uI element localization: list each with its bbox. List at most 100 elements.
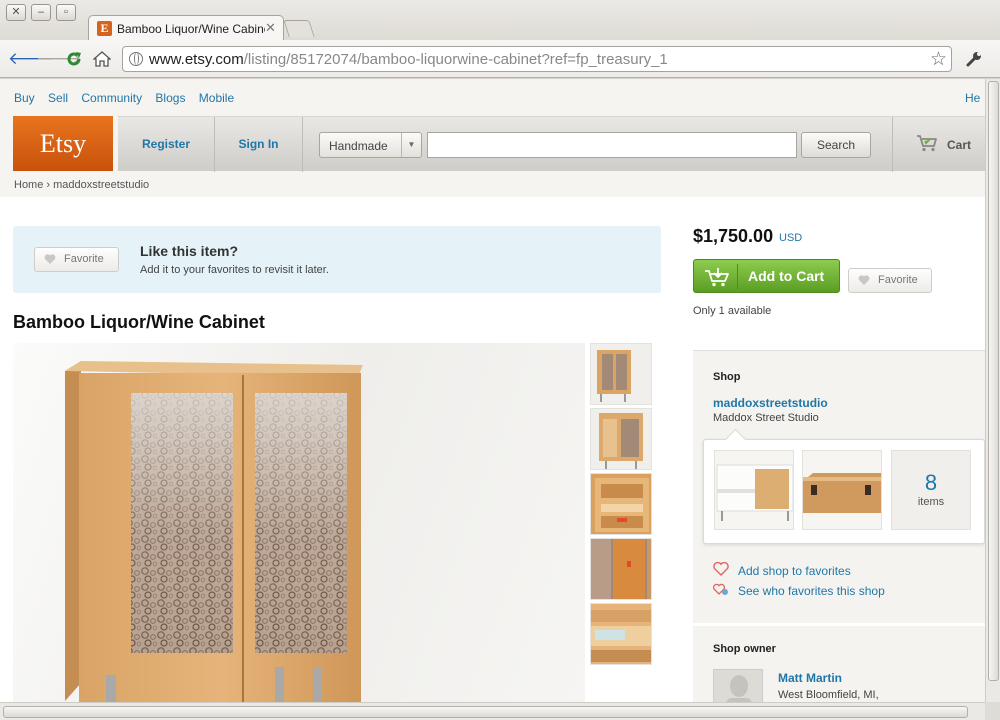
thumbnail-image [591, 344, 651, 404]
window-minimize-icon[interactable]: – [31, 4, 51, 21]
cart-link[interactable]: Cart [892, 117, 985, 172]
back-icon[interactable]: 🡐 [8, 48, 54, 70]
sign-in-link[interactable]: Sign In [215, 117, 303, 172]
vertical-scrollbar-thumb[interactable] [988, 81, 999, 681]
cart-add-icon [705, 268, 729, 287]
add-to-cart-label: Add to Cart [748, 268, 825, 284]
register-link[interactable]: Register [118, 117, 215, 172]
horizontal-scrollbar[interactable] [0, 702, 985, 720]
star-icon[interactable]: ☆ [930, 48, 947, 71]
horizontal-scrollbar-thumb[interactable] [3, 706, 968, 718]
add-shop-to-favorites-link[interactable]: Add shop to favorites [738, 564, 851, 578]
breadcrumb-separator: › [46, 179, 51, 191]
banner-favorite-label: Favorite [64, 253, 104, 265]
shop-item-image [803, 451, 881, 529]
url-domain: www.etsy.com [149, 51, 244, 68]
cart-label: Cart [947, 138, 972, 152]
thumbnail-image [591, 539, 651, 599]
tab-close-icon[interactable]: ✕ [265, 20, 276, 36]
main-product-image[interactable] [13, 343, 585, 702]
owner-avatar[interactable] [713, 669, 763, 702]
favorite-banner: Favorite Like this item? Add it to your … [13, 226, 661, 293]
shop-full-name: Maddox Street Studio [713, 412, 819, 424]
breadcrumb-shop[interactable]: maddoxstreetstudio [53, 179, 149, 191]
browser-tab[interactable]: E Bamboo Liquor/Wine Cabinet ✕ [88, 15, 284, 41]
button-divider [737, 264, 738, 289]
url-path: /listing/85172074/bamboo-liquorwine-cabi… [243, 51, 668, 68]
tab-title: Bamboo Liquor/Wine Cabinet [117, 22, 265, 36]
availability: Only 1 available [693, 305, 772, 317]
heart-icon [44, 254, 56, 264]
page-content: Buy Sell Community Blogs Mobile He Etsy … [0, 79, 985, 702]
window-maximize-icon[interactable]: ▫ [56, 4, 76, 21]
thumbnail-image [591, 604, 651, 664]
vertical-scrollbar[interactable] [985, 79, 1000, 702]
top-navigation: Buy Sell Community Blogs Mobile [14, 91, 244, 105]
home-icon[interactable] [91, 48, 113, 70]
thumbnail-5[interactable] [590, 603, 652, 665]
thumbnail-image [591, 474, 651, 534]
nav-sell-link[interactable]: Sell [48, 91, 68, 105]
favorite-banner-subtitle: Add it to your favorites to revisit it l… [140, 264, 329, 276]
thumbnail-4[interactable] [590, 538, 652, 600]
hearts-group-icon [713, 583, 728, 595]
nav-help-link[interactable]: He [965, 91, 980, 105]
scrollbar-corner [985, 702, 1000, 720]
shop-items-count-box[interactable]: 8 items [891, 450, 971, 530]
currency[interactable]: USD [779, 232, 802, 244]
shop-panel: Shop maddoxstreetstudio Maddox Street St… [693, 350, 985, 623]
shop-items-label: items [917, 496, 945, 508]
reload-icon[interactable] [63, 48, 85, 70]
nav-community-link[interactable]: Community [81, 91, 142, 105]
listing-title: Bamboo Liquor/Wine Cabinet [13, 312, 265, 332]
address-bar[interactable]: www.etsy.com/listing/85172074/bamboo-liq… [122, 46, 952, 72]
owner-location: West Bloomfield, MI, [778, 689, 879, 701]
forward-icon[interactable]: 🡒 [36, 48, 82, 70]
shop-heading: Shop [713, 371, 741, 383]
wrench-icon[interactable] [963, 48, 985, 70]
owner-name-link[interactable]: Matt Martin [778, 671, 842, 685]
breadcrumb-home[interactable]: Home [14, 179, 43, 191]
thumbnail-2[interactable] [590, 408, 652, 470]
search-button[interactable]: Search [801, 132, 871, 158]
url-text: www.etsy.com/listing/85172074/bamboo-liq… [149, 51, 668, 68]
category-select-value: Handmade [329, 139, 388, 153]
nav-blogs-link[interactable]: Blogs [155, 91, 185, 105]
new-tab-button[interactable] [283, 20, 315, 37]
thumbnail-image [591, 409, 651, 469]
browser-toolbar: 🡐 🡒 www.etsy.com/listing/85172074/bamboo… [0, 40, 1000, 78]
search-input[interactable] [427, 132, 797, 158]
see-who-favorites-link[interactable]: See who favorites this shop [738, 584, 885, 598]
shop-item-thumbnail-2[interactable] [802, 450, 882, 530]
thumbnail-3[interactable] [590, 473, 652, 535]
shop-name-link[interactable]: maddoxstreetstudio [713, 396, 828, 410]
nav-mobile-link[interactable]: Mobile [199, 91, 234, 105]
cabinet-illustration [65, 361, 363, 702]
breadcrumb: Home › maddoxstreetstudio [14, 179, 149, 191]
favorite-banner-title: Like this item? [140, 243, 239, 259]
shop-preview-card: 8 items [703, 439, 985, 544]
header-bar: Register Sign In Handmade ▼ Search Cart [118, 116, 985, 172]
shop-owner-panel: Shop owner Matt Martin West Bloomfield, … [693, 626, 985, 702]
nav-buy-link[interactable]: Buy [14, 91, 35, 105]
shop-owner-heading: Shop owner [713, 643, 776, 655]
banner-favorite-button[interactable]: Favorite [34, 247, 119, 272]
heart-outline-icon [713, 562, 729, 576]
shop-items-count: 8 [924, 470, 938, 495]
price: $1,750.00 [693, 226, 774, 246]
etsy-favicon-icon: E [97, 21, 112, 36]
browser-titlebar: ✕ – ▫ E Bamboo Liquor/Wine Cabinet ✕ [0, 0, 1000, 41]
etsy-logo[interactable]: Etsy [13, 116, 113, 171]
cart-icon [917, 135, 937, 152]
globe-icon [129, 52, 143, 66]
item-favorite-button[interactable]: Favorite [848, 268, 932, 293]
shop-item-thumbnail-1[interactable] [714, 450, 794, 530]
category-select[interactable]: Handmade ▼ [319, 132, 422, 158]
add-to-cart-button[interactable]: Add to Cart [693, 259, 840, 293]
chevron-down-icon: ▼ [401, 133, 421, 157]
shop-item-image [715, 451, 793, 529]
heart-icon [858, 275, 870, 285]
item-favorite-label: Favorite [878, 274, 918, 286]
window-close-icon[interactable]: ✕ [6, 4, 26, 21]
thumbnail-1[interactable] [590, 343, 652, 405]
